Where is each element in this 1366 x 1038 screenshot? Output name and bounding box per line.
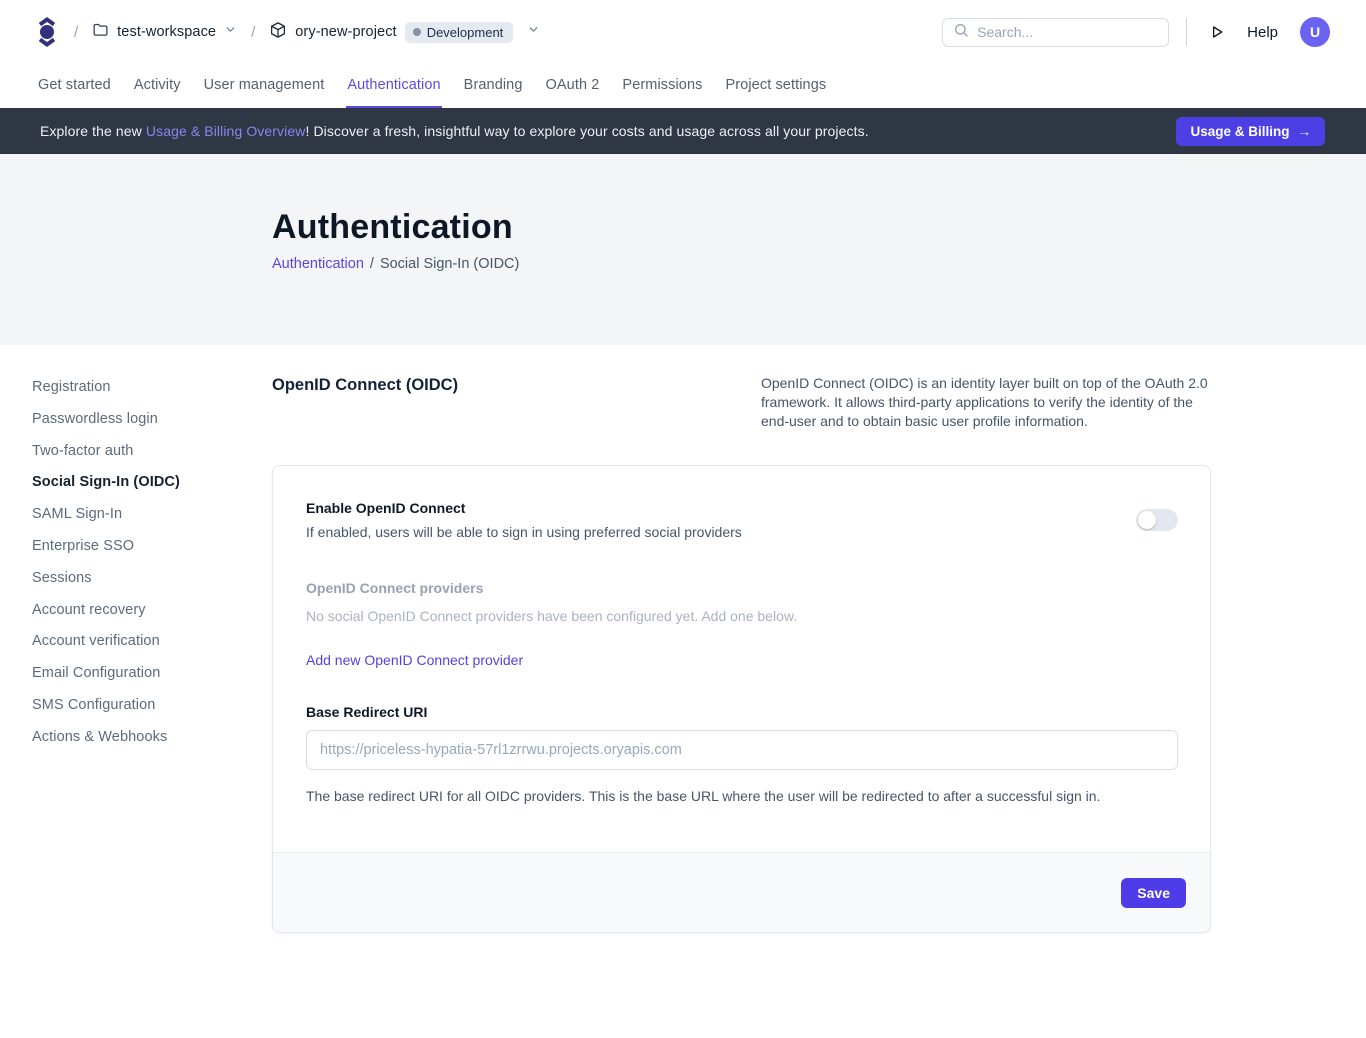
page-title: Authentication — [272, 208, 1366, 247]
base-redirect-uri-help: The base redirect URI for all OIDC provi… — [306, 786, 1178, 806]
workspace-name: test-workspace — [117, 24, 216, 40]
tab-activity[interactable]: Activity — [133, 64, 182, 108]
settings-sidenav: Registration Passwordless login Two-fact… — [0, 345, 272, 933]
breadcrumb-separator: / — [74, 24, 78, 41]
chevron-down-icon — [527, 23, 540, 41]
sidebar-item-email-configuration[interactable]: Email Configuration — [32, 658, 272, 690]
environment-badge: Development — [405, 22, 514, 43]
base-redirect-uri-input[interactable] — [306, 730, 1178, 770]
project-name: ory-new-project — [295, 24, 396, 40]
enable-oidc-toggle[interactable] — [1136, 509, 1178, 531]
sidebar-item-registration[interactable]: Registration — [32, 372, 272, 404]
chevron-down-icon — [224, 23, 237, 41]
arrow-right-icon: → — [1298, 124, 1312, 139]
sidebar-item-actions-webhooks[interactable]: Actions & Webhooks — [32, 722, 272, 754]
breadcrumb-separator: / — [251, 24, 255, 41]
sidebar-item-enterprise-sso[interactable]: Enterprise SSO — [32, 531, 272, 563]
usage-billing-button[interactable]: Usage & Billing → — [1176, 117, 1325, 146]
breadcrumb-authentication-link[interactable]: Authentication — [272, 256, 364, 272]
sidebar-item-social-sign-in[interactable]: Social Sign-In (OIDC) — [32, 467, 272, 499]
sidebar-item-account-recovery[interactable]: Account recovery — [32, 595, 272, 627]
search-input[interactable] — [977, 24, 1158, 40]
oidc-settings-card: Enable OpenID Connect If enabled, users … — [272, 465, 1211, 933]
topbar-right: Help U — [942, 17, 1330, 47]
tab-branding[interactable]: Branding — [463, 64, 524, 108]
card-footer: Save — [273, 852, 1210, 932]
enable-oidc-description: If enabled, users will be able to sign i… — [306, 522, 1136, 542]
breadcrumb-current: Social Sign-In (OIDC) — [380, 256, 519, 272]
sidebar-item-passwordless-login[interactable]: Passwordless login — [32, 404, 272, 436]
ory-logo-icon[interactable] — [34, 16, 60, 48]
add-provider-link[interactable]: Add new OpenID Connect provider — [306, 650, 523, 670]
tab-permissions[interactable]: Permissions — [621, 64, 703, 108]
sidebar-item-saml-sign-in[interactable]: SAML Sign-In — [32, 499, 272, 531]
section-header: OpenID Connect (OIDC) OpenID Connect (OI… — [272, 374, 1211, 431]
providers-section-label: OpenID Connect providers — [306, 578, 1178, 598]
enable-oidc-label: Enable OpenID Connect — [306, 498, 1136, 518]
breadcrumb-separator: / — [370, 256, 374, 272]
play-icon[interactable] — [1207, 22, 1227, 42]
page: / test-workspace / — [0, 0, 1366, 1038]
tab-oauth2[interactable]: OAuth 2 — [545, 64, 601, 108]
main-panel: OpenID Connect (OIDC) OpenID Connect (OI… — [272, 345, 1211, 933]
enable-oidc-row: Enable OpenID Connect If enabled, users … — [306, 498, 1178, 542]
enable-oidc-texts: Enable OpenID Connect If enabled, users … — [306, 498, 1136, 542]
cube-icon — [269, 21, 287, 44]
search-box[interactable] — [942, 18, 1169, 47]
user-avatar[interactable]: U — [1300, 17, 1330, 47]
workspace-breadcrumb: / test-workspace / — [34, 16, 540, 48]
sidebar-item-sms-configuration[interactable]: SMS Configuration — [32, 690, 272, 722]
section-title: OpenID Connect (OIDC) — [272, 374, 458, 395]
tab-project-settings[interactable]: Project settings — [725, 64, 828, 108]
providers-empty-text: No social OpenID Connect providers have … — [306, 606, 1178, 626]
tab-authentication[interactable]: Authentication — [346, 64, 441, 108]
top-header: / test-workspace / — [0, 0, 1366, 64]
search-icon — [953, 22, 969, 43]
section-description: OpenID Connect (OIDC) is an identity lay… — [761, 374, 1211, 431]
sidebar-item-account-verification[interactable]: Account verification — [32, 626, 272, 658]
usage-billing-banner: Explore the new Usage & Billing Overview… — [0, 108, 1366, 154]
usage-billing-overview-link[interactable]: Usage & Billing Overview — [146, 123, 306, 139]
project-nav-tabs: Get started Activity User management Aut… — [0, 64, 1366, 108]
sidebar-item-two-factor-auth[interactable]: Two-factor auth — [32, 436, 272, 468]
environment-dot-icon — [413, 28, 421, 36]
toggle-knob-icon — [1138, 511, 1156, 529]
topbar-divider — [1186, 18, 1187, 46]
save-button[interactable]: Save — [1121, 878, 1186, 908]
page-hero: Authentication Authentication / Social S… — [0, 154, 1366, 345]
help-link[interactable]: Help — [1247, 24, 1278, 41]
card-body: Enable OpenID Connect If enabled, users … — [273, 466, 1210, 852]
tab-get-started[interactable]: Get started — [37, 64, 112, 108]
project-selector[interactable]: ory-new-project Development — [269, 21, 540, 44]
folder-icon — [92, 21, 109, 43]
banner-text: Explore the new Usage & Billing Overview… — [40, 123, 869, 139]
breadcrumb: Authentication / Social Sign-In (OIDC) — [272, 256, 1366, 272]
content-area: Registration Passwordless login Two-fact… — [0, 345, 1366, 993]
sidebar-item-sessions[interactable]: Sessions — [32, 563, 272, 595]
base-redirect-uri-label: Base Redirect URI — [306, 702, 1178, 722]
workspace-selector[interactable]: test-workspace — [92, 21, 237, 43]
tab-user-management[interactable]: User management — [203, 64, 326, 108]
